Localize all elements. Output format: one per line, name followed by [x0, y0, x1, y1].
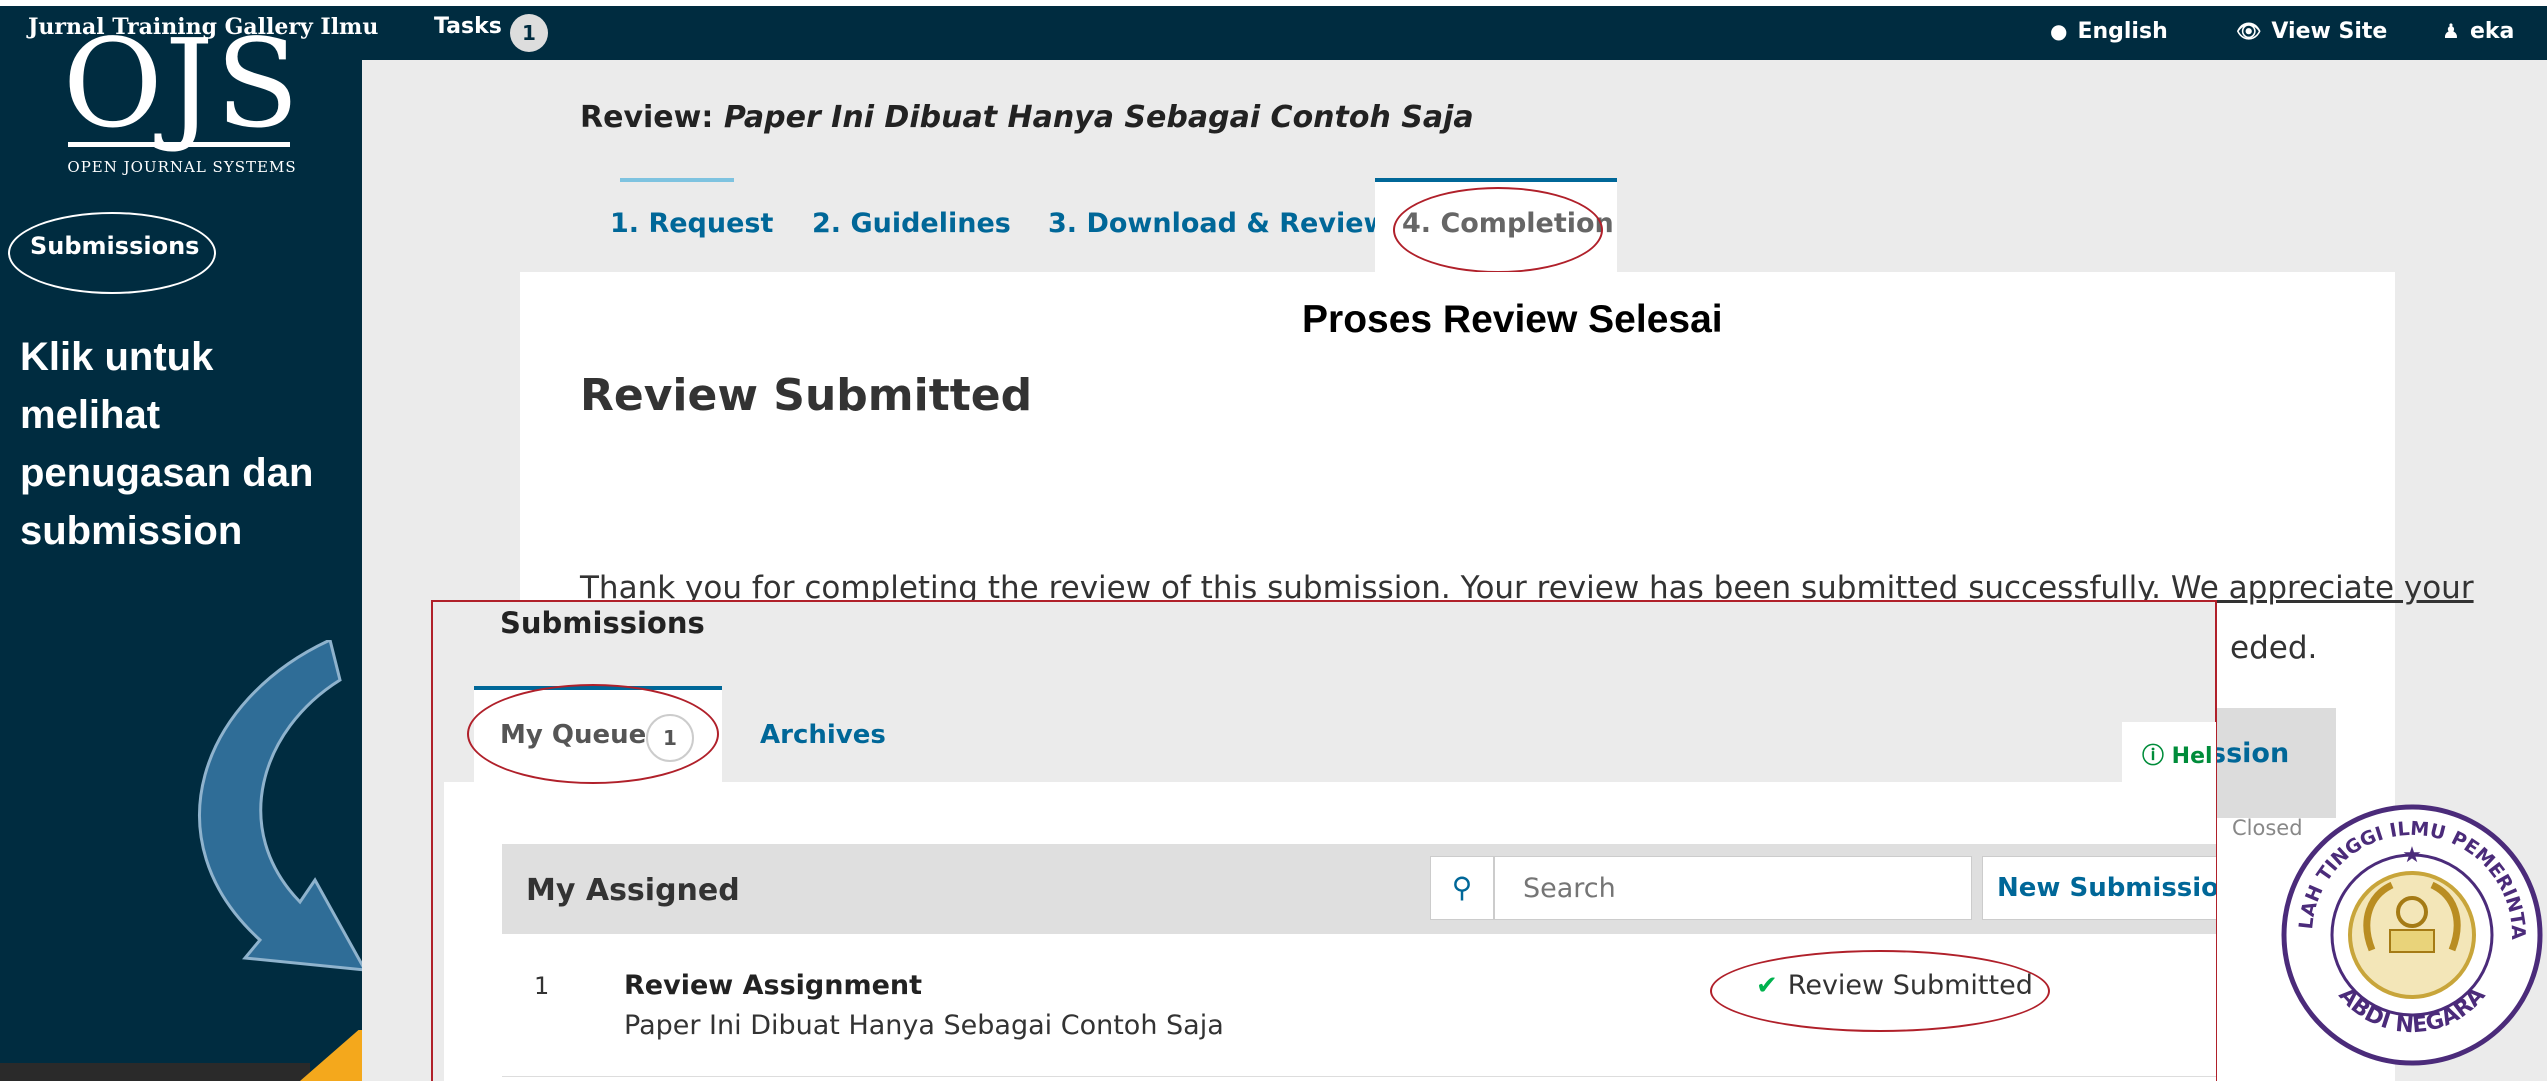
highlight-oval-completion: [1393, 187, 1603, 273]
svg-text:★: ★: [2402, 843, 2422, 868]
row-number: 1: [534, 972, 550, 1000]
user-icon: ♟: [2442, 19, 2460, 43]
language-menu[interactable]: ● English: [2050, 19, 2168, 44]
search-icon: ⚲: [1451, 871, 1473, 904]
footer-stripe-dark: [0, 1063, 310, 1081]
search-input[interactable]: [1494, 856, 1972, 920]
help-label[interactable]: ⓘ Hel: [2142, 738, 2213, 770]
top-navigation-bar: Jurnal Training Gallery Ilmu Tasks 1 ● En…: [0, 6, 2547, 60]
annotation-review-complete: Proses Review Selesai: [1302, 298, 1723, 341]
tab-request[interactable]: 1. Request: [610, 208, 773, 239]
review-message-tail: eded.: [2230, 630, 2318, 666]
tab-download-review[interactable]: 3. Download & Review: [1048, 208, 1388, 239]
highlight-oval-status: [1710, 950, 2050, 1032]
logo-divider: [68, 142, 290, 147]
tab-guidelines[interactable]: 2. Guidelines: [812, 208, 1011, 239]
annotation-click-submissions: Klik untuk melihat penugasan dan submiss…: [20, 335, 314, 553]
tab-request-indicator: [620, 178, 734, 182]
my-assigned-title: My Assigned: [526, 873, 740, 908]
submissions-title: Submissions: [500, 606, 705, 640]
new-submission-button[interactable]: New Submission: [1982, 856, 2216, 920]
language-label: English: [2077, 19, 2168, 44]
user-menu[interactable]: ♟ eka: [2442, 19, 2514, 44]
review-submitted-heading: Review Submitted: [580, 370, 1033, 421]
page-title-paper: Paper Ini Dibuat Hanya Sebagai Contoh Sa…: [723, 100, 1474, 135]
submission-sidebar-link[interactable]: ssion: [2210, 738, 2289, 769]
page-title-prefix: Review:: [580, 100, 714, 135]
eye-icon: 👁: [2236, 19, 2262, 43]
view-site-label: View Site: [2271, 19, 2388, 44]
help-text: Hel: [2171, 744, 2213, 769]
search-button[interactable]: ⚲: [1430, 856, 1494, 920]
highlight-oval-my-queue: [467, 684, 719, 784]
curved-arrow-icon: [198, 640, 368, 972]
row-subtitle: Paper Ini Dibuat Hanya Sebagai Contoh Sa…: [624, 1010, 1224, 1041]
ojs-logo-subtitle: OPEN JOURNAL SYSTEMS: [67, 158, 297, 176]
ojs-logo[interactable]: OJS: [62, 23, 302, 145]
row-title[interactable]: Review Assignment: [624, 970, 922, 1001]
user-name: eka: [2469, 19, 2515, 44]
highlight-oval-submissions: [8, 212, 216, 294]
view-site-link[interactable]: 👁 View Site: [2236, 19, 2387, 44]
tasks-count-badge[interactable]: 1: [510, 14, 548, 52]
institution-seal-logo: SEKOLAH TINGGI ILMU PEMERINTAHAN ABDI NE…: [2280, 800, 2543, 1066]
info-icon: ⓘ: [2142, 744, 2172, 769]
globe-icon: ●: [2050, 19, 2068, 43]
tab-archives[interactable]: Archives: [760, 720, 886, 750]
tasks-link[interactable]: Tasks: [434, 14, 502, 39]
page-title: Review: Paper Ini Dibuat Hanya Sebagai C…: [580, 100, 1474, 135]
